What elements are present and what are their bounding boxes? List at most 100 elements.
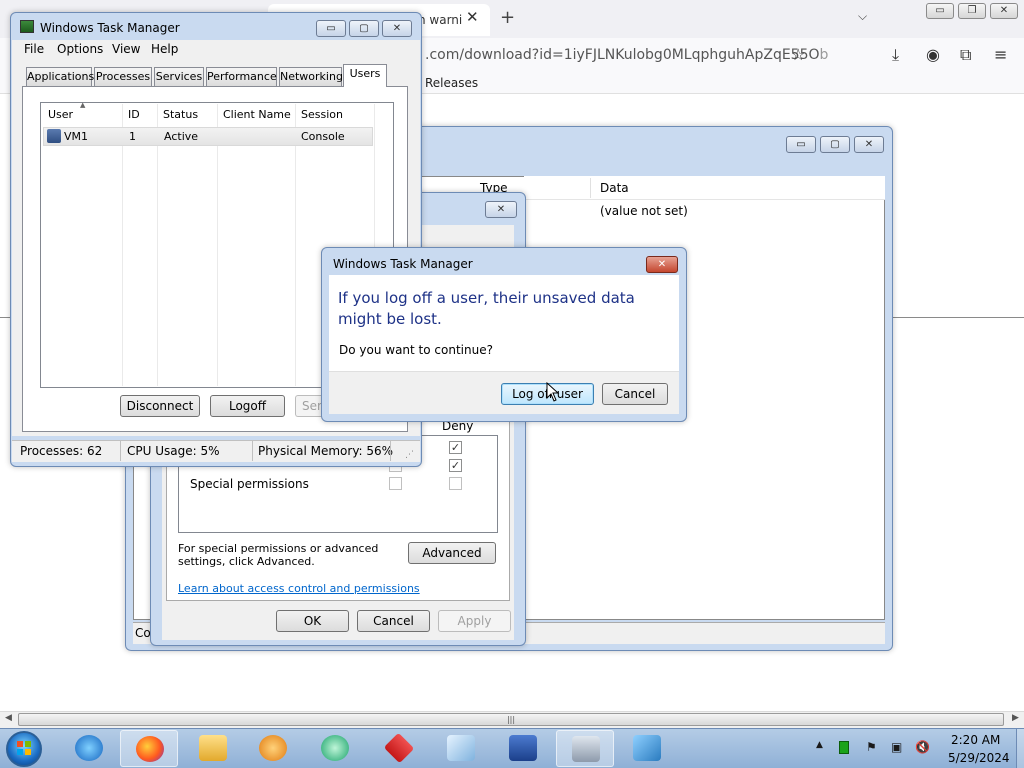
apply-button[interactable]: Apply [438,610,511,632]
extensions-icon[interactable]: ⧉ [960,45,971,65]
account-icon[interactable]: ◉ [926,45,940,64]
col-header-client-name[interactable]: Client Name [223,104,291,126]
downloads-icon[interactable]: ⤓ [892,45,899,65]
taskbar-remote-desktop[interactable] [494,730,552,767]
col-header-user[interactable]: User [48,104,73,126]
send-message-button[interactable]: Sen [295,395,323,417]
mouse-cursor-icon [546,382,560,402]
permission-label-special: Special permissions [190,477,309,491]
registry-status-text: Co [135,626,151,640]
advanced-button[interactable]: Advanced [408,542,496,564]
column-divider [122,104,123,386]
tab-close-icon[interactable]: ✕ [466,8,479,26]
column-divider [217,104,218,386]
browser-restore-button[interactable]: ❐ [958,3,986,19]
registry-minimize-button[interactable]: ▭ [786,136,816,153]
scroll-left-icon[interactable]: ◀ [5,713,12,723]
menu-icon[interactable]: ≡ [994,45,1007,64]
deny-checkbox-read[interactable]: ✓ [449,459,462,472]
show-desktop-button[interactable] [1016,729,1024,768]
tm-close-button[interactable]: ✕ [382,20,412,37]
taskbar-media-player[interactable] [244,730,302,767]
new-tab-icon[interactable]: + [500,7,515,28]
cell-session: Console [301,130,345,143]
scrollbar-thumb[interactable]: ||| [18,713,1004,726]
column-divider [295,104,296,386]
taskbar-firefox[interactable] [120,730,178,767]
show-hidden-icons-icon[interactable]: ▲ [816,740,823,750]
logoff-button[interactable]: Logoff [210,395,285,417]
registry-editor-icon [633,735,661,761]
registry-value-data[interactable]: (value not set) [600,204,688,218]
browser-minimize-button[interactable]: ▭ [926,3,954,19]
registry-maximize-button[interactable]: ▢ [820,136,850,153]
dialog-title: Windows Task Manager [333,257,473,271]
remote-desktop-icon [509,735,537,761]
scroll-right-icon[interactable]: ▶ [1012,713,1019,723]
registry-col-data[interactable]: Data [600,181,629,195]
task-manager-app-icon [20,20,34,33]
action-center-flag-icon[interactable]: ⚑ [866,740,877,754]
taskbar-windows-explorer[interactable] [184,730,242,767]
menu-view[interactable]: View [112,42,140,56]
tm-maximize-button[interactable]: ▢ [349,20,379,37]
tray-green-icon[interactable] [839,741,849,754]
col-header-status[interactable]: Status [163,104,198,126]
dialog-main-instruction: If you log off a user, their unsaved dat… [338,289,635,328]
clock-date[interactable]: 5/29/2024 [948,751,1010,765]
url-text: .com/download?id=1iyFJLNKulobg0MLqphguhA… [425,47,820,63]
network-icon[interactable]: ▣ [891,740,902,754]
media-player-icon [259,735,287,761]
cell-id: 1 [129,130,136,143]
bookmark-star-icon[interactable]: ☆ [791,45,805,64]
ok-button[interactable]: OK [276,610,349,632]
folder-icon [199,735,227,761]
bookmark-releases[interactable]: Releases [425,76,478,90]
taskbar-notepad[interactable] [432,730,490,767]
col-header-id[interactable]: ID [128,104,140,126]
browser-close-button[interactable]: ✕ [990,3,1018,19]
url-bar[interactable]: .com/download?id=1iyFJLNKulobg0MLqphguhA… [425,47,828,63]
menu-options[interactable]: Options [57,42,103,56]
registry-header-row [524,176,885,200]
user-avatar-icon [47,129,61,143]
resize-grip-icon[interactable]: ⋰ [405,450,414,460]
column-divider [157,104,158,386]
permissions-close-button[interactable]: ✕ [485,201,517,218]
disconnect-button[interactable]: Disconnect [120,395,200,417]
permissions-cancel-button[interactable]: Cancel [357,610,430,632]
notepad-icon [447,735,475,761]
learn-access-control-link[interactable]: Learn about access control and permissio… [178,582,420,595]
deny-checkbox-special[interactable] [449,477,462,490]
dialog-close-button[interactable]: ✕ [646,256,678,273]
tab-services[interactable]: Services [154,67,204,86]
allow-checkbox-special[interactable] [389,477,402,490]
menu-file[interactable]: File [24,42,44,56]
col-header-session[interactable]: Session [301,104,343,126]
dialog-cancel-button[interactable]: Cancel [602,383,668,405]
taskbar-task-manager[interactable] [556,730,614,767]
tab-applications[interactable]: Applications [26,67,94,86]
clock-time[interactable]: 2:20 AM [951,733,1000,747]
tm-minimize-button[interactable]: ▭ [316,20,346,37]
tab-performance[interactable]: Performance [206,67,277,86]
anydesk-icon [383,732,415,764]
status-divider [120,441,121,461]
tab-networking[interactable]: Networking [279,67,343,86]
task-manager-icon [572,736,600,762]
deny-checkbox-row1[interactable]: ✓ [449,441,462,454]
tab-users[interactable]: Users [343,64,387,87]
taskbar-chat-app[interactable] [306,730,364,767]
sort-arrow-icon: ▲ [80,101,86,109]
taskbar-registry-editor[interactable] [618,730,676,767]
registry-close-button[interactable]: ✕ [854,136,884,153]
menu-help[interactable]: Help [151,42,178,56]
status-processes: Processes: 62 [20,444,103,458]
browser-tab-title: n warni [418,13,463,27]
taskbar-anydesk[interactable] [370,730,428,767]
tab-processes[interactable]: Processes [94,67,152,86]
tab-list-chevron-icon[interactable]: ⌵ [858,9,867,24]
start-button[interactable] [6,731,42,767]
taskbar-internet-explorer[interactable] [60,730,118,767]
volume-muted-icon[interactable]: 🔇 [915,740,930,754]
